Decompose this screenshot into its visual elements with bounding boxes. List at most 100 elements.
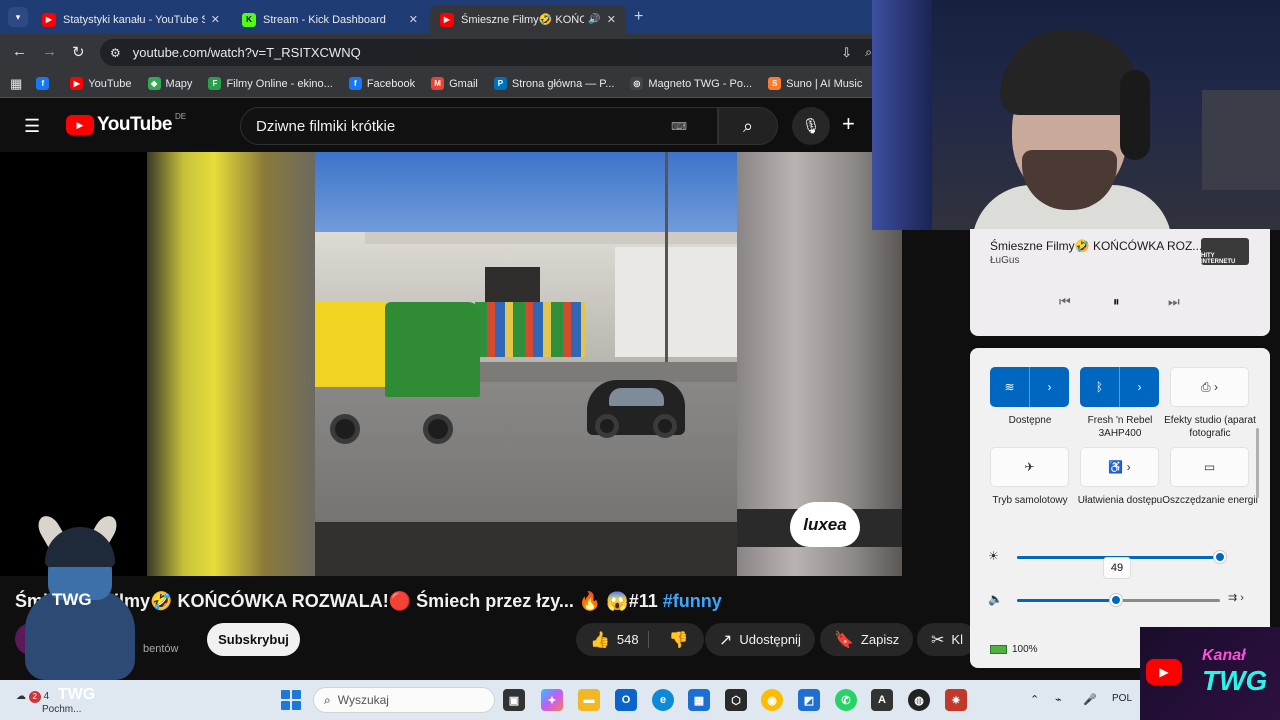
voice-search-button[interactable]: 🎙 <box>792 107 830 145</box>
address-bar[interactable]: ⚙ youtube.com/watch?v=T_RSITXCWNQ ⇩ ⌕ <box>100 39 872 66</box>
kick-favicon-icon: K <box>242 12 256 27</box>
back-icon[interactable]: ← <box>12 43 27 60</box>
battery-status[interactable]: 100% <box>990 644 1038 655</box>
apps-grid-icon[interactable]: ▦ <box>10 76 22 92</box>
brightness-icon: ☀ <box>988 549 999 563</box>
bookmark-youtube[interactable]: ▶ YouTube <box>70 77 132 90</box>
code-editor-icon[interactable]: ◩ <box>798 689 820 711</box>
volume-slider[interactable] <box>1017 594 1220 606</box>
site-info-icon[interactable]: ⚙ <box>110 46 121 60</box>
start-button[interactable] <box>281 690 301 710</box>
forward-icon[interactable]: → <box>42 43 57 60</box>
search-button[interactable]: ⌕ <box>718 107 778 145</box>
bluetooth-icon[interactable]: ᛒ <box>1080 380 1119 394</box>
browser-tab-bar: ▾ ▶ Statystyki kanału - YouTube Stu ✕ K … <box>0 0 872 34</box>
save-label: Zapisz <box>860 632 900 647</box>
bookmark-gmail[interactable]: M Gmail <box>431 77 478 90</box>
bookmark-magneto[interactable]: ◎ Magneto TWG - Po... <box>630 77 752 90</box>
region-code: DE <box>174 111 187 121</box>
pause-icon[interactable]: ⏸ <box>1113 294 1120 310</box>
wifi-toggle[interactable]: ≋ › <box>990 367 1069 407</box>
search-input[interactable]: Dziwne filmiki krótkie ⌨ <box>240 107 718 145</box>
bluetooth-toggle[interactable]: ᛒ › <box>1080 367 1159 407</box>
next-track-icon[interactable]: ⏭ <box>1168 294 1180 310</box>
blurred-background-left <box>147 152 315 576</box>
tab-smieszne-filmy[interactable]: ▶ Śmieszne Filmy🤣 KOŃCÓW 🔊 ✕ <box>430 5 626 34</box>
airplane-mode-toggle[interactable]: ✈ <box>990 447 1069 487</box>
battery-saver-toggle[interactable]: ▭ <box>1170 447 1249 487</box>
close-tab-icon[interactable]: ✕ <box>607 13 616 26</box>
microphone-icon[interactable]: 🎤 <box>1083 693 1097 706</box>
bookmark-strona-glowna[interactable]: P Strona główna — P... <box>493 77 614 90</box>
outlook-icon[interactable]: O <box>615 689 637 711</box>
tab-youtube-studio[interactable]: ▶ Statystyki kanału - YouTube Stu ✕ <box>32 5 230 34</box>
taskbar-search[interactable]: ⌕ Wyszukaj <box>313 687 495 713</box>
bookmark-facebook[interactable]: f Facebook <box>348 77 415 90</box>
panel-scrollbar[interactable] <box>1256 428 1259 498</box>
clip-label: Kl <box>951 632 963 647</box>
language-indicator[interactable]: POL <box>1112 693 1132 704</box>
thumbs-down-icon[interactable]: 👎 <box>669 630 689 650</box>
youtube-icon: ▶ <box>70 77 84 90</box>
app-icon[interactable]: ⬡ <box>725 689 747 711</box>
bookmark-suno[interactable]: S Suno | AI Music <box>768 77 862 90</box>
tile-label: Tryb samolotowy <box>992 495 1068 506</box>
previous-track-icon[interactable]: ⏮ <box>1059 294 1071 310</box>
chrome-icon[interactable]: ◉ <box>761 689 783 711</box>
app-icon[interactable]: A <box>871 689 893 711</box>
like-dislike-group: 👍 548 👎 <box>576 623 704 656</box>
youtube-logo[interactable]: ▶ YouTube DE <box>66 111 187 136</box>
youtube-favicon-icon: ▶ <box>42 12 56 27</box>
file-explorer-icon[interactable]: ▬ <box>578 689 600 711</box>
close-tab-icon[interactable]: ✕ <box>409 13 418 26</box>
suno-icon: S <box>768 77 782 90</box>
copilot-icon[interactable]: ✦ <box>541 689 563 711</box>
wifi-icon[interactable]: ≋ <box>990 380 1029 394</box>
create-button[interactable]: + <box>842 111 855 137</box>
tab-search-dropdown[interactable]: ▾ <box>8 7 28 27</box>
hashtag-link[interactable]: #funny <box>663 591 722 611</box>
camera-effects-icon: ⎙ › <box>1201 379 1218 394</box>
tab-kick-dashboard[interactable]: K Stream - Kick Dashboard ✕ <box>232 5 428 34</box>
volume-tooltip: 49 <box>1103 557 1131 579</box>
store-icon[interactable]: ▦ <box>688 689 710 711</box>
close-tab-icon[interactable]: ✕ <box>211 13 220 26</box>
airplane-icon: ✈ <box>1024 460 1035 474</box>
save-button[interactable]: 🔖 Zapisz <box>820 623 914 656</box>
new-tab-button[interactable]: + <box>634 8 643 26</box>
bookmark-facebook-short[interactable]: f <box>36 77 54 90</box>
studio-effects-toggle[interactable]: ⎙ › <box>1170 367 1249 407</box>
network-icon[interactable]: ⌁ <box>1055 693 1062 706</box>
scissors-icon: ✂ <box>931 631 945 649</box>
volume-fill <box>1017 599 1117 602</box>
accessibility-toggle[interactable]: ♿ › <box>1080 447 1159 487</box>
menu-icon[interactable]: ☰ <box>24 116 40 137</box>
brightness-knob[interactable] <box>1214 551 1226 563</box>
reload-icon[interactable]: ↻ <box>72 43 85 61</box>
volume-knob[interactable] <box>1110 594 1123 606</box>
share-button[interactable]: ↗ Udostępnij <box>705 623 815 656</box>
chevron-right-icon[interactable]: › <box>1120 380 1159 394</box>
keyboard-icon[interactable]: ⌨ <box>671 120 687 133</box>
audio-output-icon[interactable]: ⇉ › <box>1228 591 1244 604</box>
edge-icon[interactable]: e <box>652 689 674 711</box>
tab-title: Śmieszne Filmy🤣 KOŃCÓW <box>461 14 585 26</box>
chevron-right-icon[interactable]: › <box>1030 380 1069 394</box>
install-app-icon[interactable]: ⇩ <box>841 45 852 61</box>
whatsapp-icon[interactable]: ✆ <box>835 689 857 711</box>
game-icon[interactable]: ✷ <box>945 689 967 711</box>
chevron-up-icon[interactable]: ⌃ <box>1030 693 1039 706</box>
bookmark-mapy[interactable]: ◆ Mapy <box>147 77 192 90</box>
weather-widget[interactable]: ☁ 2 4 TWG Pochm... <box>16 686 95 715</box>
cloud-icon: ☁ <box>16 691 26 702</box>
bookmark-ekino[interactable]: F Filmy Online - ekino... <box>208 77 333 90</box>
clip-button[interactable]: ✂ Kl <box>917 623 977 656</box>
obs-icon[interactable]: ◍ <box>908 689 930 711</box>
bookmark-label: Filmy Online - ekino... <box>226 77 333 90</box>
thumbs-up-icon[interactable]: 👍 <box>590 630 610 650</box>
subscribe-button[interactable]: Subskrybuj <box>207 623 300 656</box>
zoom-icon[interactable]: ⌕ <box>865 45 872 60</box>
task-view-icon[interactable]: ▣ <box>503 689 525 711</box>
speaker-icon[interactable]: 🔊 <box>588 14 600 25</box>
like-count[interactable]: 548 <box>617 632 639 647</box>
